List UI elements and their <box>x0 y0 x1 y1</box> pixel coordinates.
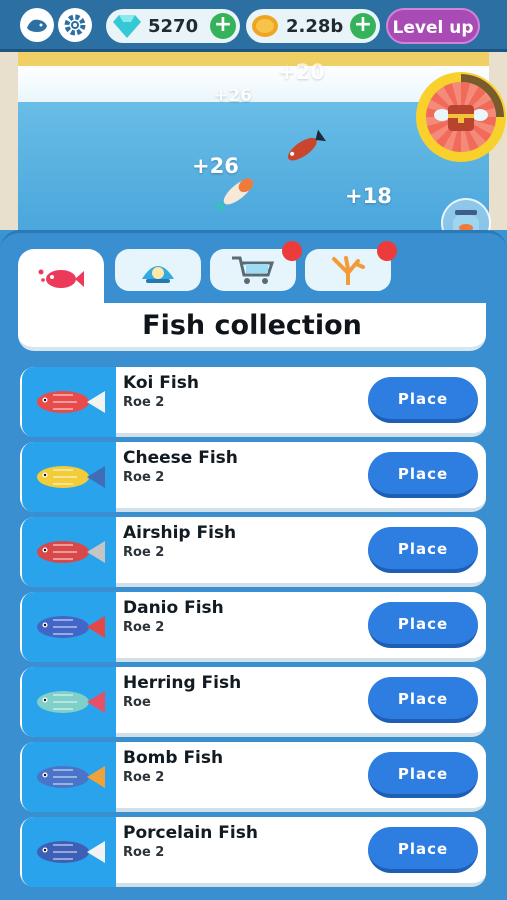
fish-thumbnail <box>22 817 116 887</box>
fish-row: Koi Fish Roe 2 Place <box>20 367 486 437</box>
tab-pearls[interactable] <box>115 249 201 291</box>
fish-thumbnail <box>22 517 116 587</box>
fish-list: Koi Fish Roe 2 Place Cheese Fish Roe 2 P… <box>20 367 486 892</box>
add-coins-button[interactable]: + <box>350 13 376 39</box>
coins-counter: 2.28b + <box>246 9 380 43</box>
fish-icon <box>38 269 84 288</box>
place-button[interactable]: Place <box>368 452 478 498</box>
tab-shop[interactable] <box>210 241 302 291</box>
gear-icon <box>64 14 86 36</box>
coral-icon <box>332 256 365 285</box>
tank-top-rim <box>18 52 489 66</box>
fish-row: Herring Fish Roe Place <box>20 667 486 737</box>
coins-value: 2.28b <box>286 15 344 37</box>
place-button[interactable]: Place <box>368 527 478 573</box>
add-gems-button[interactable]: + <box>210 13 236 39</box>
fish-row: Airship Fish Roe 2 Place <box>20 517 486 587</box>
place-button[interactable]: Place <box>368 677 478 723</box>
fish-roe-label: Roe 2 <box>123 395 165 410</box>
place-button[interactable]: Place <box>368 377 478 423</box>
notification-dot <box>282 241 302 261</box>
place-button[interactable]: Place <box>368 827 478 873</box>
fish-name: Bomb Fish <box>123 748 224 768</box>
fish-roe-label: Roe 2 <box>123 620 165 635</box>
place-button[interactable]: Place <box>368 752 478 798</box>
fish-row: Porcelain Fish Roe 2 Place <box>20 817 486 887</box>
fish-name: Cheese Fish <box>123 448 238 468</box>
fish-name: Herring Fish <box>123 673 242 693</box>
notification-dot <box>377 241 397 261</box>
fish-row: Cheese Fish Roe 2 Place <box>20 442 486 512</box>
fish-roe-label: Roe 2 <box>123 545 165 560</box>
fish-row: Bomb Fish Roe 2 Place <box>20 742 486 812</box>
home-button[interactable] <box>20 8 54 42</box>
fish-roe-label: Roe 2 <box>123 470 165 485</box>
collection-panel: Fish collection Koi Fish Roe 2 Place Che… <box>0 230 507 900</box>
fish-roe-label: Roe <box>123 695 151 710</box>
fish-thumbnail <box>22 442 116 512</box>
fish-icon <box>37 541 105 563</box>
tab-decor[interactable] <box>305 241 397 291</box>
settings-button[interactable] <box>58 8 92 42</box>
tank-frame-left <box>0 40 18 230</box>
floating-number: +20 <box>278 60 325 84</box>
level-up-button[interactable]: Level up <box>386 8 480 44</box>
gems-counter: 5270 + <box>106 9 240 43</box>
treasure-chest-icon <box>434 105 488 131</box>
swimming-fish <box>214 178 254 213</box>
swimming-fish <box>287 129 326 161</box>
fish-icon <box>37 766 105 788</box>
top-bar: 5270 + 2.28b + Level up <box>0 0 507 52</box>
whale-home-icon <box>27 19 47 32</box>
fish-icon <box>37 691 105 713</box>
floating-number: +26 <box>214 86 252 106</box>
fish-icon <box>37 616 105 638</box>
fish-thumbnail <box>22 667 116 737</box>
fish-thumbnail <box>22 367 116 437</box>
floating-number: +18 <box>345 184 392 208</box>
gems-value: 5270 <box>148 15 199 37</box>
fish-name: Danio Fish <box>123 598 224 618</box>
fish-name: Airship Fish <box>123 523 237 543</box>
place-button[interactable]: Place <box>368 602 478 648</box>
tab-fish[interactable] <box>18 249 104 309</box>
fish-thumbnail <box>22 742 116 812</box>
treasure-chest-button[interactable] <box>416 72 506 162</box>
fish-icon <box>37 466 105 488</box>
fish-icon <box>37 391 105 413</box>
fish-name: Koi Fish <box>123 373 199 393</box>
panel-title: Fish collection <box>18 303 486 351</box>
fish-icon <box>37 841 105 863</box>
fish-roe-label: Roe 2 <box>123 770 165 785</box>
diamond-icon <box>113 15 141 38</box>
coin-icon <box>252 15 278 37</box>
fish-thumbnail <box>22 592 116 662</box>
fish-name: Porcelain Fish <box>123 823 258 843</box>
shopping-cart-icon <box>232 256 275 284</box>
chest-burst <box>426 82 496 152</box>
fish-roe-label: Roe 2 <box>123 845 165 860</box>
fish-row: Danio Fish Roe 2 Place <box>20 592 486 662</box>
pearl-shell-icon <box>142 266 174 283</box>
